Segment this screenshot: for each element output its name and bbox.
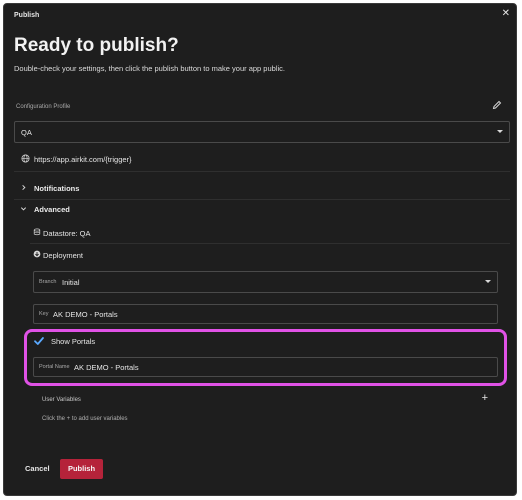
- show-portals-checkbox[interactable]: [33, 335, 45, 347]
- configuration-profile-label: Configuration Profile: [16, 104, 71, 110]
- page-title: Ready to publish?: [14, 35, 179, 56]
- chevron-down-icon: [485, 280, 491, 283]
- globe-icon: [21, 154, 30, 163]
- notifications-label: Notifications: [34, 184, 80, 193]
- advanced-section-toggle[interactable]: Advanced: [14, 201, 510, 221]
- chevron-right-icon: [22, 184, 26, 191]
- datastore-row: Datastore: QA: [30, 225, 510, 244]
- chevron-down-icon: [497, 130, 503, 133]
- portal-name-value: AK DEMO - Portals: [74, 363, 139, 372]
- user-variables-hint: Click the + to add user variables: [42, 416, 128, 422]
- key-field[interactable]: Key AK DEMO - Portals: [33, 304, 498, 324]
- branch-select[interactable]: Branch Initial: [33, 271, 498, 293]
- user-variables-label: User Variables: [42, 397, 81, 403]
- show-portals-label: Show Portals: [51, 337, 96, 346]
- datastore-label: Datastore: QA: [43, 229, 91, 238]
- publish-button[interactable]: Publish: [60, 459, 103, 479]
- dialog-title: Publish: [14, 12, 40, 19]
- advanced-label: Advanced: [34, 205, 70, 214]
- pencil-icon[interactable]: [492, 100, 502, 110]
- publish-dialog: Publish ✕ Ready to publish? Double-check…: [3, 3, 517, 496]
- key-label: Key: [39, 311, 49, 317]
- configuration-profile-value: QA: [21, 128, 32, 137]
- notifications-section-toggle[interactable]: Notifications: [14, 180, 510, 200]
- app-url: https://app.airkit.com/{trigger}: [34, 155, 132, 164]
- deployment-row: Deployment: [30, 248, 510, 264]
- portal-name-field[interactable]: Portal Name AK DEMO - Portals: [33, 357, 498, 377]
- cancel-button[interactable]: Cancel: [25, 464, 50, 473]
- close-icon[interactable]: ✕: [502, 9, 510, 19]
- chevron-down-icon: [20, 207, 27, 211]
- portal-name-label: Portal Name: [39, 364, 70, 370]
- page-subtitle: Double-check your settings, then click t…: [14, 64, 285, 73]
- key-value: AK DEMO - Portals: [53, 310, 118, 319]
- deployment-label: Deployment: [43, 251, 84, 260]
- datastore-icon: [33, 228, 41, 236]
- branch-value: Initial: [62, 278, 80, 287]
- branch-label: Branch: [39, 279, 57, 285]
- app-url-row: https://app.airkit.com/{trigger}: [14, 152, 510, 172]
- add-user-variable-icon[interactable]: +: [482, 393, 488, 404]
- configuration-profile-select[interactable]: QA: [14, 121, 510, 143]
- deployment-icon: [33, 250, 41, 258]
